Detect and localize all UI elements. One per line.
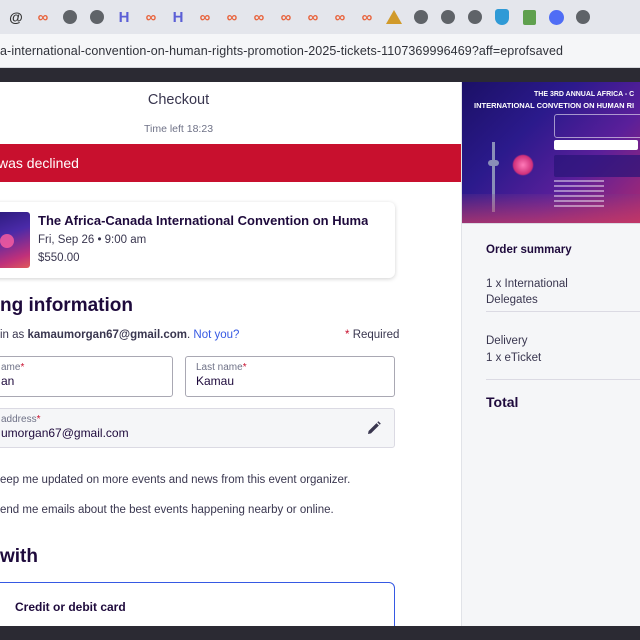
required-label: Required: [352, 329, 400, 341]
first-name-label: ame*: [1, 362, 25, 373]
banner-top-text: THE 3RD ANNUAL AFRICA - C: [534, 91, 635, 98]
event-price: $550.00: [38, 252, 80, 264]
last-name-label: Last name*: [196, 362, 247, 373]
logged-email: kamaumorgan67@gmail.com: [27, 329, 188, 341]
banner-tower-pod-shape: [488, 160, 499, 166]
divider: [486, 379, 640, 380]
link-icon[interactable]: ∞: [249, 7, 269, 27]
event-card: The Africa-Canada International Conventi…: [0, 202, 395, 278]
banner-date-strip: [554, 140, 638, 150]
delivery-title: Delivery: [486, 335, 528, 347]
credit-card-option[interactable]: Credit or debit card: [0, 582, 395, 630]
address-bar[interactable]: a-international-convention-on-human-righ…: [0, 34, 640, 68]
link-icon[interactable]: ∞: [33, 7, 53, 27]
delivery-item: 1 x eTicket: [486, 352, 542, 364]
h-icon[interactable]: H: [168, 7, 188, 27]
declined-message: was declined: [0, 155, 79, 171]
banner-flower-shape: [512, 154, 534, 176]
triangle-icon[interactable]: [384, 7, 404, 27]
first-name-field[interactable]: ame* an: [0, 356, 173, 397]
order-summary-panel: THE 3RD ANNUAL AFRICA - C INTERNATIONAL …: [461, 82, 640, 630]
credit-card-label: Credit or debit card: [15, 600, 126, 614]
banner-theme-box: [554, 114, 640, 138]
globe-icon[interactable]: [438, 7, 458, 27]
link-icon[interactable]: ∞: [141, 7, 161, 27]
page-title: Checkout: [147, 92, 210, 108]
banner-contact-lines: [554, 180, 604, 208]
countdown-timer: Time left 18:23: [143, 123, 214, 135]
event-banner-image: THE 3RD ANNUAL AFRICA - C INTERNATIONAL …: [462, 82, 640, 223]
link-icon[interactable]: ∞: [357, 7, 377, 27]
order-total-label: Total: [486, 394, 519, 410]
shield-icon[interactable]: [492, 7, 512, 27]
not-you-link[interactable]: Not you?: [193, 329, 239, 341]
at-icon[interactable]: @: [6, 7, 26, 27]
last-name-field[interactable]: Last name* Kamau: [185, 356, 395, 397]
bag-icon[interactable]: [519, 7, 539, 27]
edit-pencil-icon[interactable]: [366, 420, 382, 436]
page-bottom-band: [0, 626, 640, 640]
order-summary-title: Order summary: [486, 244, 572, 256]
globe-icon[interactable]: [465, 7, 485, 27]
payment-declined-banner: was declined: [0, 144, 461, 182]
url-text[interactable]: a-international-convention-on-human-righ…: [0, 44, 563, 58]
logged-in-notice: in as kamaumorgan67@gmail.com. Not you?: [0, 329, 239, 341]
banner-main-text: INTERNATIONAL CONVETION ON HUMAN RI: [474, 101, 635, 110]
email-value: umorgan67@gmail.com: [1, 426, 129, 440]
globe-icon[interactable]: [60, 7, 80, 27]
divider: [462, 223, 640, 224]
divider: [486, 311, 640, 312]
globe-icon[interactable]: [411, 7, 431, 27]
event-name: The Africa-Canada International Conventi…: [38, 213, 368, 228]
link-icon[interactable]: ∞: [330, 7, 350, 27]
billing-heading: ng information: [0, 295, 133, 316]
required-note: * Required: [345, 329, 399, 341]
email-label: address*: [1, 414, 41, 425]
event-date: Fri, Sep 26 • 9:00 am: [38, 234, 147, 246]
email-field: address* umorgan67@gmail.com: [0, 408, 395, 448]
banner-city-shape: [462, 194, 640, 223]
globe-icon[interactable]: [87, 7, 107, 27]
link-icon[interactable]: ∞: [303, 7, 323, 27]
payment-heading: with: [0, 546, 38, 567]
banner-registration-box: [554, 155, 640, 177]
circle-icon[interactable]: [546, 7, 566, 27]
checkout-panel: Checkout Time left 18:23 was declined Th…: [0, 82, 461, 630]
logged-period: .: [187, 329, 191, 341]
order-item: 1 x International Delegates: [486, 278, 568, 306]
browser-tab-strip: @ ∞ H ∞ H ∞ ∞ ∞ ∞ ∞ ∞ ∞: [0, 0, 640, 34]
event-thumbnail: [0, 212, 30, 268]
link-icon[interactable]: ∞: [195, 7, 215, 27]
delivery-block: Delivery 1 x eTicket: [486, 333, 541, 367]
last-name-value[interactable]: Kamau: [196, 374, 234, 388]
link-icon[interactable]: ∞: [276, 7, 296, 27]
option-organizer-updates[interactable]: eep me updated on more events and news f…: [0, 474, 350, 486]
globe-icon[interactable]: [573, 7, 593, 27]
option-event-emails[interactable]: end me emails about the best events happ…: [0, 504, 334, 516]
first-name-value[interactable]: an: [1, 374, 14, 388]
h-icon[interactable]: H: [114, 7, 134, 27]
required-star: *: [345, 329, 350, 341]
link-icon[interactable]: ∞: [222, 7, 242, 27]
page-top-band: [0, 68, 640, 82]
logged-prefix: in as: [0, 329, 28, 341]
